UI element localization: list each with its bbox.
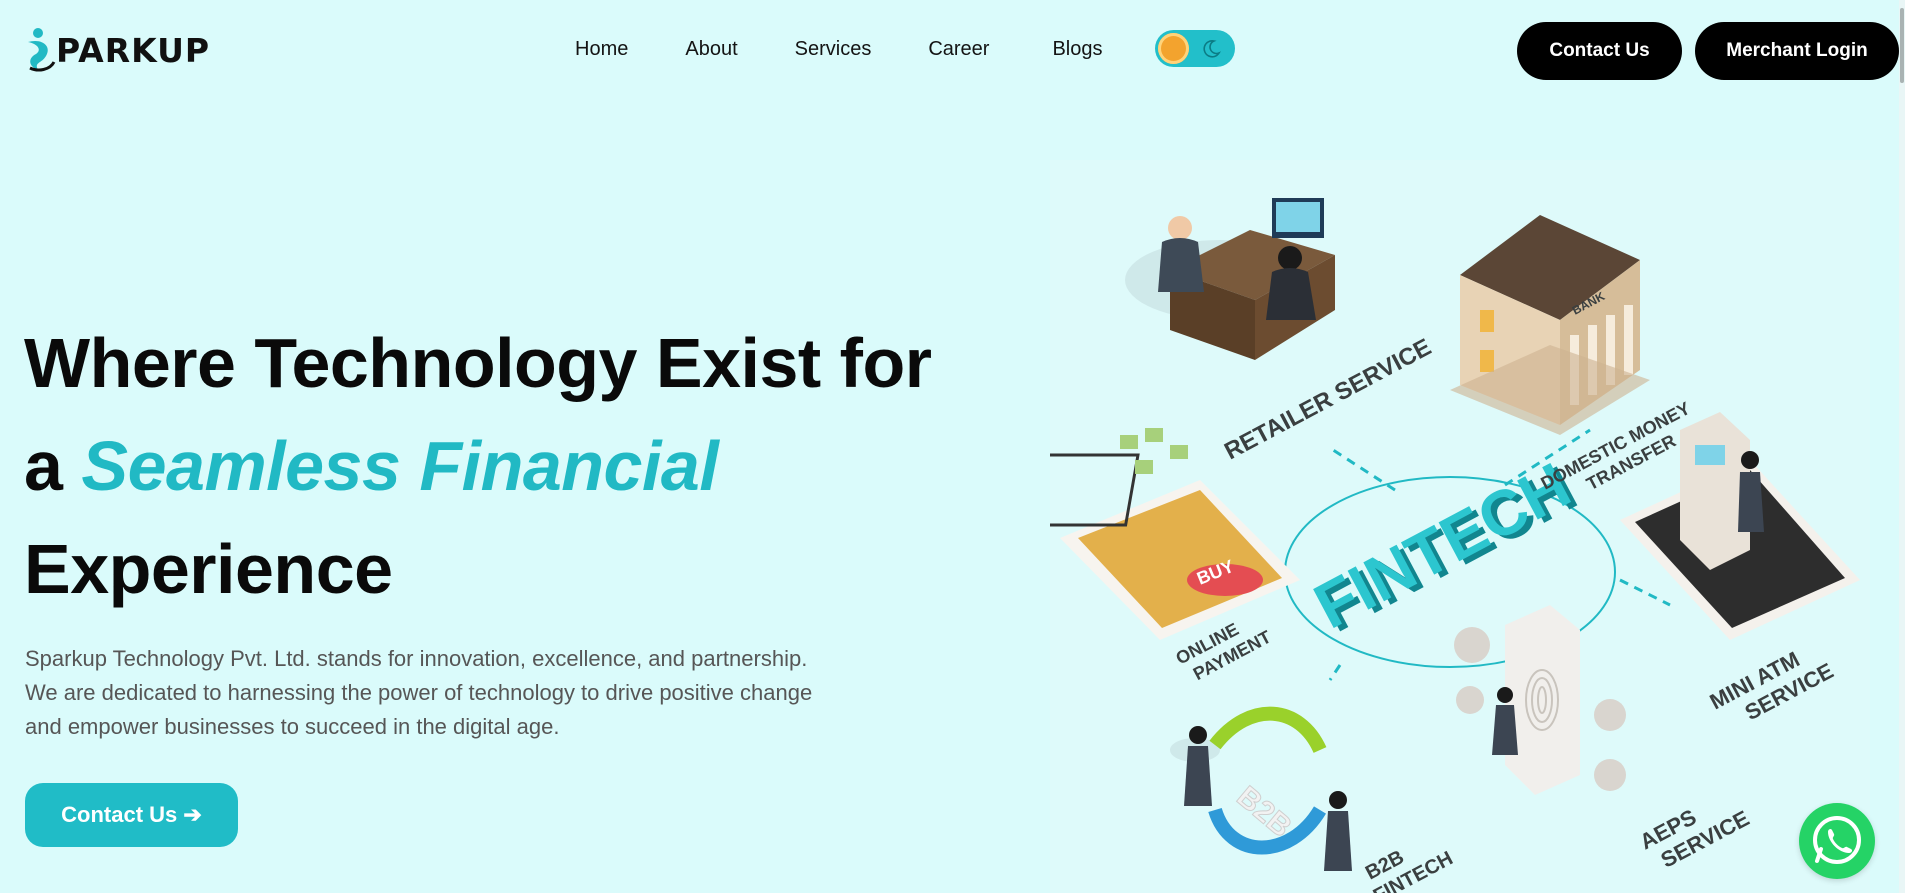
sun-icon — [1158, 33, 1189, 64]
hero-title-accent: Seamless Financial — [81, 427, 719, 505]
logo-text: PARKUP — [56, 30, 211, 70]
scrollbar-thumb[interactable] — [1900, 8, 1904, 83]
whatsapp-icon — [1813, 816, 1861, 864]
nav-home[interactable]: Home — [575, 38, 628, 61]
logo[interactable]: PARKUP — [24, 26, 210, 74]
whatsapp-button[interactable] — [1799, 803, 1875, 879]
nav-career[interactable]: Career — [928, 38, 989, 61]
logo-mark-icon — [28, 28, 56, 72]
fintech-illustration-svg: FINTECH FINTECH BANK RETAILER SERVICE DO… — [1050, 160, 1870, 893]
nav-blogs[interactable]: Blogs — [1052, 38, 1102, 61]
fintech-illustration: FINTECH FINTECH BANK RETAILER SERVICE DO… — [1050, 160, 1870, 893]
merchant-login-button[interactable]: Merchant Login — [1695, 22, 1899, 80]
hero-title-line3: Experience — [24, 530, 393, 608]
scrollbar[interactable] — [1899, 0, 1905, 893]
hero-description: Sparkup Technology Pvt. Ltd. stands for … — [25, 646, 813, 739]
theme-toggle[interactable] — [1155, 30, 1235, 67]
hero-contact-button[interactable]: Contact Us ➔ — [25, 783, 238, 847]
nav-services[interactable]: Services — [795, 38, 872, 61]
nav-about[interactable]: About — [685, 38, 737, 61]
main-nav: Home About Services Career Blogs — [575, 38, 1160, 61]
navbar: PARKUP Home About Services Career Blogs … — [0, 0, 1905, 100]
hero-title: Where Technology Exist for a Seamless Fi… — [24, 312, 932, 621]
hero-title-prefix: a — [24, 427, 63, 505]
moon-icon — [1203, 40, 1221, 58]
hero-title-line1: Where Technology Exist for — [24, 324, 932, 402]
contact-us-button[interactable]: Contact Us — [1517, 22, 1682, 80]
